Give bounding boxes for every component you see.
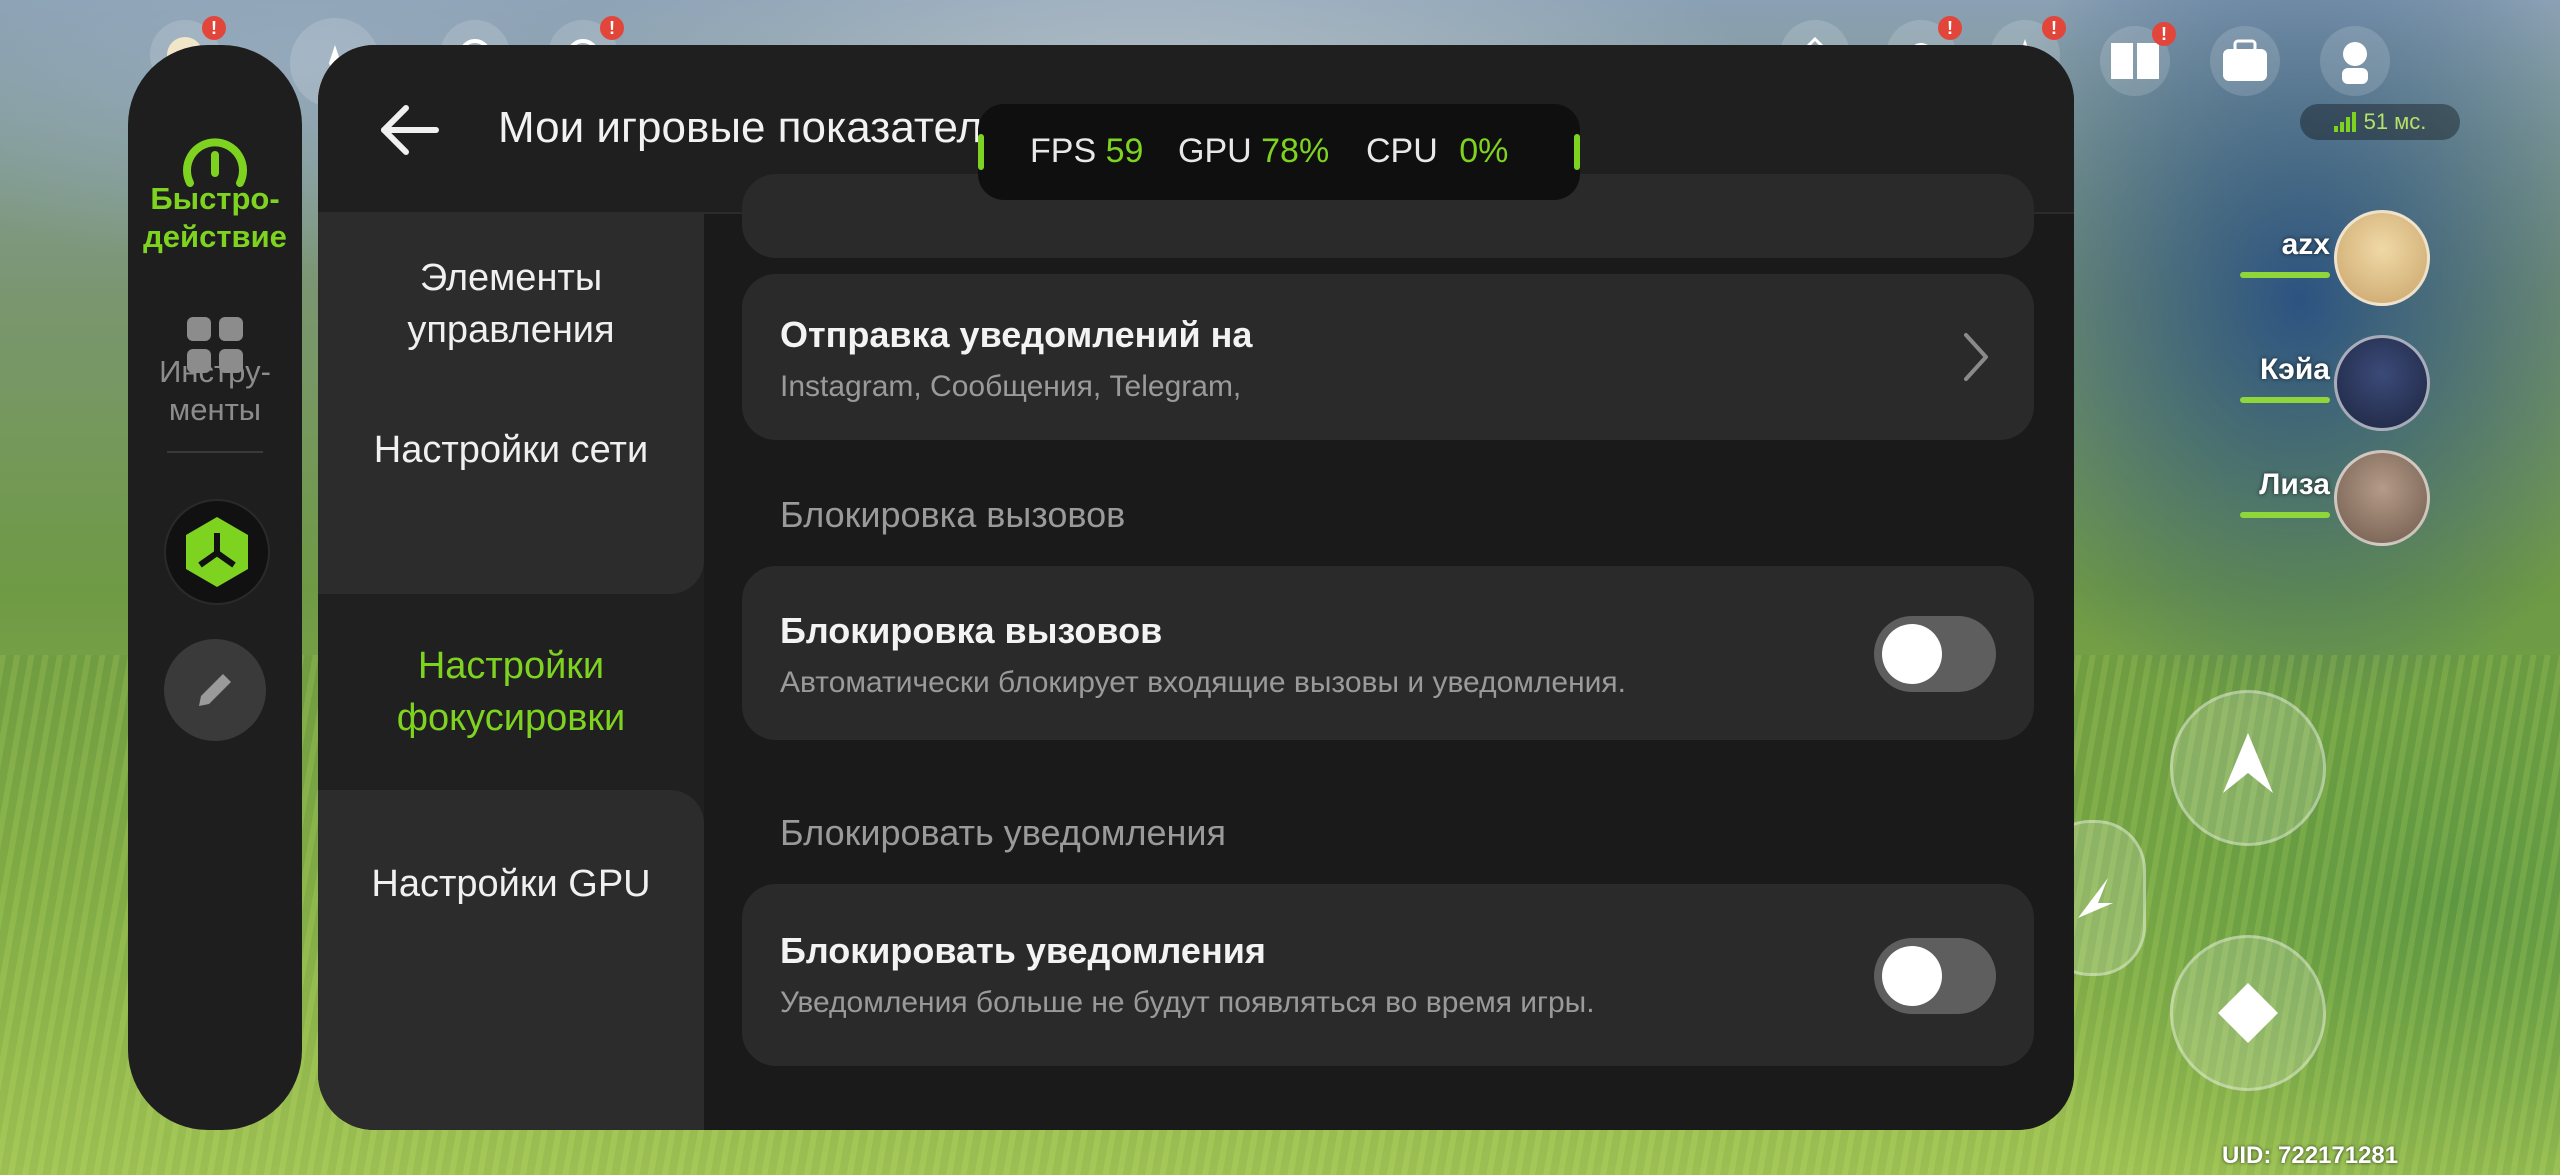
settings-content: Отправка уведомлений на Instagram, Сообщ… xyxy=(704,174,2074,1130)
overlay-edge-right xyxy=(1574,134,1580,170)
toggle-knob xyxy=(1882,624,1942,684)
signal-icon xyxy=(2333,112,2356,132)
notification-badge: ! xyxy=(2152,22,2176,46)
row-subtitle: Instagram, Сообщения, Telegram, xyxy=(780,370,1242,403)
hyperboost-button[interactable] xyxy=(164,499,270,605)
back-button[interactable] xyxy=(374,95,444,165)
notification-badge: ! xyxy=(202,16,226,40)
call-block-row: Блокировка вызовов Автоматически блокиру… xyxy=(742,566,2034,740)
notification-block-row: Блокировать уведомления Уведомления боль… xyxy=(742,884,2034,1066)
nav-item-label: Элементы управления xyxy=(407,257,615,351)
party-member[interactable]: azx xyxy=(2170,210,2470,310)
party-member-hp-bar xyxy=(2240,397,2330,403)
notifications-target-row[interactable]: Отправка уведомлений на Instagram, Сообщ… xyxy=(742,274,2034,440)
cpu-value: 0% xyxy=(1459,132,1509,170)
party-member[interactable]: Кэйа xyxy=(2170,335,2470,435)
row-subtitle: Уведомления больше не будут появляться в… xyxy=(780,986,1595,1019)
nav-item-focus[interactable]: Настройки фокусировки xyxy=(318,594,704,790)
section-title: Блокировать уведомления xyxy=(780,812,1226,853)
settings-nav: Элементы управления Настройки сети Настр… xyxy=(318,214,704,1130)
overlay-edge-left xyxy=(978,134,984,170)
performance-tab-label: Быстро- действие xyxy=(143,181,287,254)
gpu-stat: GPU 78% xyxy=(1178,132,1329,171)
party-member-hp-bar xyxy=(2240,272,2330,278)
row-title: Блокировка вызовов xyxy=(780,610,1163,651)
hexagon-cube-icon xyxy=(186,517,248,587)
ping-value: 51 мс. xyxy=(2363,109,2427,134)
toggle-knob xyxy=(1882,946,1942,1006)
rail-divider xyxy=(167,451,263,453)
notification-block-toggle[interactable] xyxy=(1874,938,1996,1014)
elemental-burst-button[interactable] xyxy=(2170,690,2326,846)
party-member-avatar xyxy=(2334,450,2430,546)
nav-item-gpu[interactable]: Настройки GPU xyxy=(318,790,704,1130)
fps-stat: FPS 59 xyxy=(1030,132,1143,171)
party-member-name: Кэйа xyxy=(2259,353,2330,386)
notification-badge: ! xyxy=(2042,16,2066,40)
gpu-label: GPU xyxy=(1178,132,1252,170)
party-member-avatar xyxy=(2334,335,2430,431)
cpu-label: CPU xyxy=(1366,132,1438,170)
uid-label: UID: 722171281 xyxy=(2222,1142,2399,1169)
fps-value: 59 xyxy=(1105,132,1144,170)
row-title: Блокировать уведомления xyxy=(780,930,1266,971)
inventory-bag-icon[interactable] xyxy=(2210,26,2280,96)
call-block-toggle[interactable] xyxy=(1874,616,1996,692)
row-title: Отправка уведомлений на xyxy=(780,314,1253,355)
chevron-right-icon xyxy=(1964,333,1988,381)
elemental-skill-button[interactable] xyxy=(2170,935,2326,1091)
settings-panel: Мои игровые показатели Элементы управлен… xyxy=(318,45,2074,1130)
section-title: Блокировка вызовов xyxy=(780,494,1126,535)
gpu-value: 78% xyxy=(1261,132,1330,170)
page-title: Мои игровые показатели xyxy=(498,103,1007,152)
cpu-stat: CPU 0% xyxy=(1366,132,1508,171)
fps-label: FPS xyxy=(1030,132,1097,170)
party-member-name: Лиза xyxy=(2259,468,2330,501)
character-icon[interactable] xyxy=(2320,26,2390,96)
row-subtitle: Автоматически блокирует входящие вызовы … xyxy=(780,666,1626,699)
nav-item-controls[interactable]: Элементы управления Настройки сети xyxy=(318,214,704,594)
performance-overlay[interactable]: FPS 59 GPU 78% CPU 0% xyxy=(978,104,1580,200)
party-member-hp-bar xyxy=(2240,512,2330,518)
adventure-book-icon[interactable]: ! xyxy=(2100,22,2176,96)
edit-button[interactable] xyxy=(164,639,266,741)
game-assistant-rail: Быстро- действие Инстру- менты xyxy=(128,45,302,1130)
notification-badge: ! xyxy=(600,16,624,40)
notification-badge: ! xyxy=(1938,16,1962,40)
ping-indicator: 51 мс. xyxy=(2300,104,2460,140)
nav-item-label: Настройки фокусировки xyxy=(396,645,626,739)
party-member-avatar xyxy=(2334,210,2430,306)
tools-tab-label: Инстру- менты xyxy=(159,354,271,427)
party-member[interactable]: Лиза xyxy=(2170,450,2470,550)
pencil-icon xyxy=(199,674,231,706)
party-member-name: azx xyxy=(2281,228,2330,261)
arrow-left-icon xyxy=(381,105,439,155)
nav-item-label: Настройки GPU xyxy=(371,863,651,905)
nav-item-network-label[interactable]: Настройки сети xyxy=(318,424,704,476)
